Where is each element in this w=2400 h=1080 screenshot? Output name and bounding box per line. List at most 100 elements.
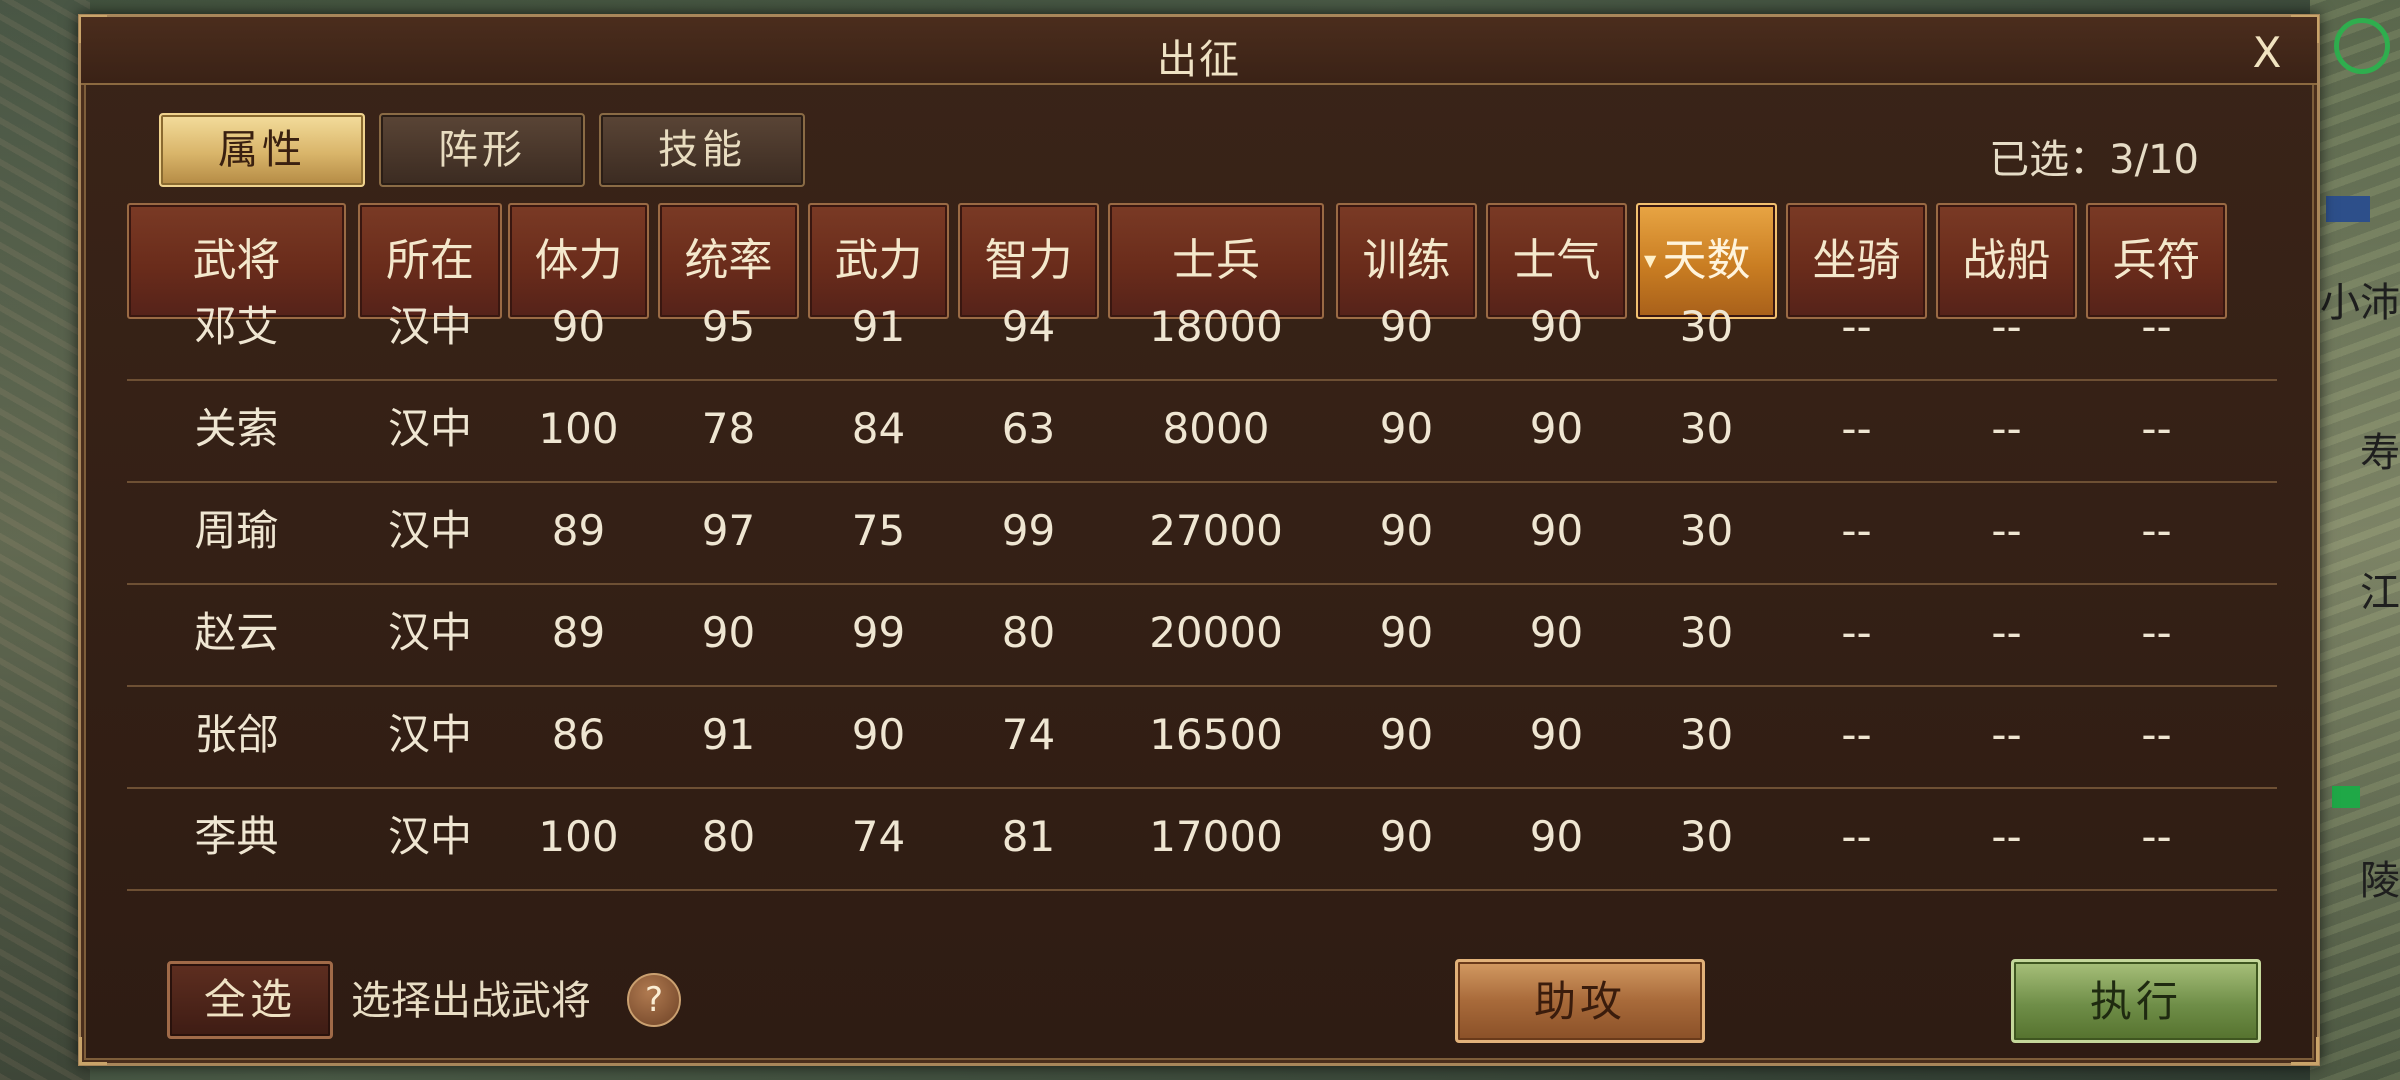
table-row[interactable]: 赵云 汉中 89 90 99 80 20000 90 90 30 -- -- -- <box>127 583 2277 687</box>
cell-training: 90 <box>1379 812 1434 861</box>
cell-morale: 90 <box>1529 506 1584 555</box>
table-row[interactable]: 邓艾 汉中 90 95 91 94 18000 90 90 30 -- -- -- <box>127 277 2277 381</box>
cell-general: 关索 <box>194 404 279 453</box>
background-map-right: 小沛 寿 江 陵 <box>2310 0 2400 1080</box>
table-row[interactable]: 李典 汉中 100 80 74 81 17000 90 90 30 -- -- -- <box>127 787 2277 891</box>
cell-intellect: 99 <box>1001 506 1056 555</box>
cell-command: 95 <box>701 302 756 351</box>
cell-stamina: 90 <box>551 302 606 351</box>
cell-warship: -- <box>1991 812 2022 861</box>
cell-soldiers: 27000 <box>1149 506 1283 555</box>
tab-formation[interactable]: 阵形 <box>379 113 585 187</box>
cell-location: 汉中 <box>387 404 472 453</box>
map-city-marker <box>2326 196 2370 222</box>
help-icon[interactable]: ? <box>627 973 681 1027</box>
cell-force: 90 <box>851 710 906 759</box>
execute-button[interactable]: 执行 <box>2011 959 2261 1043</box>
map-label: 寿 <box>2360 430 2400 476</box>
cell-mount: -- <box>1841 812 1872 861</box>
cell-training: 90 <box>1379 404 1434 453</box>
tab-skills[interactable]: 技能 <box>599 113 805 187</box>
cell-morale: 90 <box>1529 710 1584 759</box>
cell-command: 91 <box>701 710 756 759</box>
cell-training: 90 <box>1379 608 1434 657</box>
cell-tally: -- <box>2141 812 2172 861</box>
cell-intellect: 74 <box>1001 710 1056 759</box>
cell-general: 李典 <box>194 812 279 861</box>
cell-general: 赵云 <box>194 608 279 657</box>
cell-days: 30 <box>1679 710 1734 759</box>
frame-corner <box>79 1037 107 1065</box>
cell-stamina: 100 <box>538 404 619 453</box>
cell-morale: 90 <box>1529 608 1584 657</box>
cell-training: 90 <box>1379 506 1434 555</box>
cell-location: 汉中 <box>387 710 472 759</box>
table-row[interactable]: 周瑜 汉中 89 97 75 99 27000 90 90 30 -- -- -- <box>127 481 2277 585</box>
dialog-title: 出征 <box>1157 37 1241 83</box>
cell-location: 汉中 <box>387 302 472 351</box>
map-label: 陵 <box>2360 858 2400 904</box>
cell-force: 91 <box>851 302 906 351</box>
cell-stamina: 89 <box>551 506 606 555</box>
cell-morale: 90 <box>1529 302 1584 351</box>
tab-attributes[interactable]: 属性 <box>159 113 365 187</box>
general-table: 武将 所在 体力 统率 武力 智力 士兵 训练 士气 ▼ 天数 坐骑 战船 兵符 邓艾 汉中 90 95 91 94… <box>127 203 2277 943</box>
cell-stamina: 100 <box>538 812 619 861</box>
select-all-button[interactable]: 全选 <box>167 961 333 1039</box>
cell-force: 74 <box>851 812 906 861</box>
cell-location: 汉中 <box>387 506 472 555</box>
cell-intellect: 63 <box>1001 404 1056 453</box>
cell-force: 75 <box>851 506 906 555</box>
map-radar-icon[interactable] <box>2334 18 2390 74</box>
map-label: 江 <box>2360 570 2400 616</box>
cell-morale: 90 <box>1529 404 1584 453</box>
cell-morale: 90 <box>1529 812 1584 861</box>
cell-force: 84 <box>851 404 906 453</box>
assist-button[interactable]: 助攻 <box>1455 959 1705 1043</box>
cell-soldiers: 17000 <box>1149 812 1283 861</box>
cell-tally: -- <box>2141 506 2172 555</box>
cell-tally: -- <box>2141 710 2172 759</box>
cell-mount: -- <box>1841 710 1872 759</box>
table-row[interactable]: 关索 汉中 100 78 84 63 8000 90 90 30 -- -- -- <box>127 379 2277 483</box>
cell-stamina: 89 <box>551 608 606 657</box>
select-generals-hint: 选择出战武将 <box>351 978 591 1024</box>
cell-mount: -- <box>1841 404 1872 453</box>
sort-desc-icon: ▼ <box>1644 251 1657 270</box>
cell-intellect: 80 <box>1001 608 1056 657</box>
cell-soldiers: 20000 <box>1149 608 1283 657</box>
cell-soldiers: 18000 <box>1149 302 1283 351</box>
cell-training: 90 <box>1379 710 1434 759</box>
table-row[interactable]: 张郃 汉中 86 91 90 74 16500 90 90 30 -- -- -- <box>127 685 2277 789</box>
cell-intellect: 81 <box>1001 812 1056 861</box>
cell-location: 汉中 <box>387 608 472 657</box>
cell-training: 90 <box>1379 302 1434 351</box>
cell-location: 汉中 <box>387 812 472 861</box>
cell-days: 30 <box>1679 302 1734 351</box>
cell-days: 30 <box>1679 812 1734 861</box>
cell-soldiers: 16500 <box>1149 710 1283 759</box>
cell-warship: -- <box>1991 404 2022 453</box>
cell-general: 周瑜 <box>194 506 279 555</box>
selected-count: 已选：3/10 <box>1989 137 2199 183</box>
cell-command: 97 <box>701 506 756 555</box>
cell-mount: -- <box>1841 506 1872 555</box>
cell-warship: -- <box>1991 302 2022 351</box>
expedition-dialog: 出征 X 属性 阵形 技能 已选：3/10 武将 所在 体力 统率 武力 智力 士兵 训练 士气… <box>78 14 2320 1066</box>
cell-command: 80 <box>701 812 756 861</box>
title-bar: 出征 X <box>81 17 2317 85</box>
background-map-left <box>0 0 90 1080</box>
cell-tally: -- <box>2141 608 2172 657</box>
close-button[interactable]: X <box>2245 31 2289 75</box>
cell-mount: -- <box>1841 608 1872 657</box>
cell-warship: -- <box>1991 710 2022 759</box>
map-label: 小沛 <box>2320 280 2400 326</box>
cell-general: 邓艾 <box>194 302 279 351</box>
cell-command: 90 <box>701 608 756 657</box>
cell-command: 78 <box>701 404 756 453</box>
cell-days: 30 <box>1679 506 1734 555</box>
cell-stamina: 86 <box>551 710 606 759</box>
cell-days: 30 <box>1679 608 1734 657</box>
cell-tally: -- <box>2141 302 2172 351</box>
cell-soldiers: 8000 <box>1162 404 1270 453</box>
